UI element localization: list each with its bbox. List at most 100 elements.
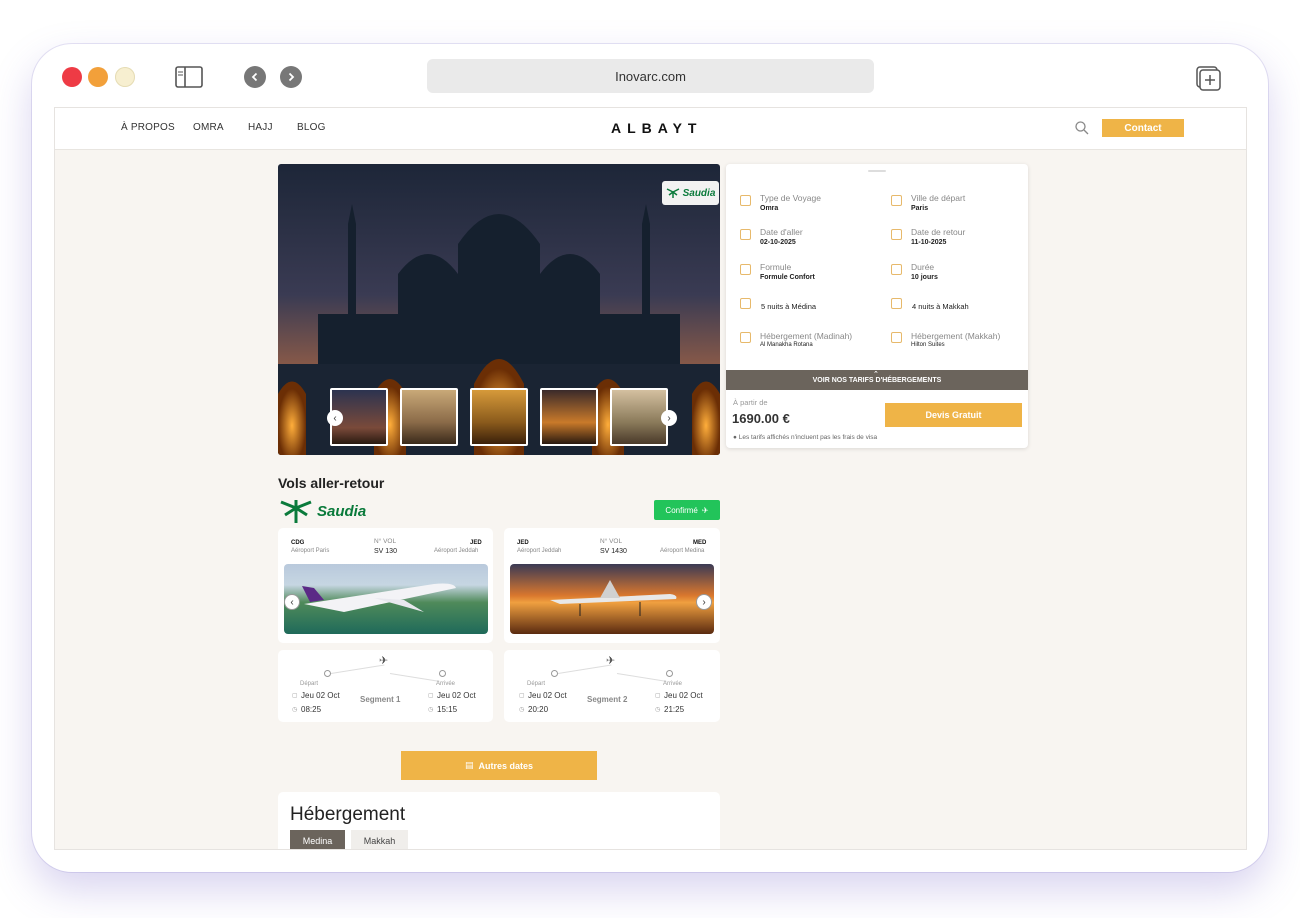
forward-arrow-icon[interactable] [280, 66, 302, 88]
timeline-line [616, 673, 667, 682]
visa-note-text: Les tarifs affichés n'incluent pas les f… [738, 434, 878, 441]
segment-card-1: ✈ Départ Arrivée ▢ Jeu 02 Oct ◷ 08:25 Se… [278, 650, 493, 722]
nav-link-omra[interactable]: OMRA [193, 122, 224, 133]
mosque-icon [740, 298, 751, 309]
from-name: Aéroport Jeddah [517, 548, 562, 554]
airline-badge-text: Saudia [682, 187, 716, 199]
to-name: Aéroport Jeddah [434, 548, 479, 554]
hotel-icon [891, 332, 902, 343]
close-window-icon[interactable] [62, 67, 82, 87]
drag-handle[interactable] [868, 170, 886, 172]
depart-value: 02-10-2025 [760, 239, 796, 246]
hebergement-section: Hébergement Medina Makkah [278, 792, 720, 849]
formule-icon [740, 264, 751, 275]
dep-time: 08:25 [301, 705, 322, 714]
duration-icon [891, 264, 902, 275]
flight-number: SV 130 [374, 548, 397, 555]
gallery-thumb-2[interactable] [400, 388, 458, 446]
calendar-icon: ▤ [464, 760, 474, 770]
flights-heading: Vols aller-retour [278, 475, 385, 491]
contact-button[interactable]: Contact [1102, 119, 1184, 137]
page-viewport: À PROPOS OMRA HAJJ BLOG ALBAYT Contact S… [54, 107, 1247, 850]
search-icon[interactable] [1074, 120, 1090, 136]
url-text: Inovarc.com [615, 68, 686, 84]
dep-time: 20:20 [528, 705, 549, 714]
gallery-thumb-3[interactable] [470, 388, 528, 446]
flight-prev-icon[interactable]: ‹ [284, 594, 300, 610]
visa-note: ● Les tarifs affichés n'incluent pas les… [733, 434, 878, 441]
return-value: 11-10-2025 [911, 239, 947, 246]
heb-makkah-value: Hilton Suites [911, 342, 945, 348]
maximize-window-icon[interactable] [115, 67, 135, 87]
arr-date: Jeu 02 Oct [664, 691, 703, 700]
url-bar[interactable]: Inovarc.com [427, 59, 874, 93]
calendar-icon: ▢ [519, 693, 525, 699]
vol-label: N° VOL [600, 538, 623, 545]
plane-icon: ✈ [701, 505, 709, 515]
trip-summary-card: Type de Voyage Omra Ville de départ Pari… [726, 164, 1028, 448]
nav-link-hajj[interactable]: HAJJ [248, 122, 273, 133]
segment-name: Segment 1 [360, 695, 401, 704]
kaaba-icon [891, 298, 902, 309]
formule-label: Formule [760, 262, 792, 272]
travel-type-icon [740, 195, 751, 206]
other-dates-label: Autres dates [478, 760, 534, 771]
tab-medina[interactable]: Medina [290, 830, 345, 849]
timeline-start [324, 670, 331, 677]
from-label: À partir de [733, 398, 768, 407]
sidebar-toggle-icon[interactable] [175, 66, 203, 88]
arr-date: Jeu 02 Oct [437, 691, 476, 700]
to-code: MED [693, 540, 707, 546]
heb-medina-label: Hébergement (Madinah) [760, 331, 853, 341]
nav-link-about[interactable]: À PROPOS [121, 122, 175, 133]
gallery-prev-icon[interactable]: ‹ [327, 410, 343, 426]
dep-date: Jeu 02 Oct [301, 691, 340, 700]
back-arrow-icon[interactable] [244, 66, 266, 88]
price: 1690.00 € [732, 411, 790, 426]
top-navigation: À PROPOS OMRA HAJJ BLOG ALBAYT Contact [55, 108, 1246, 150]
timeline-line [389, 673, 440, 682]
arr-label: Arrivée [436, 681, 456, 687]
plane-icon: ✈ [606, 655, 616, 667]
gallery-thumb-5[interactable] [610, 388, 668, 446]
calendar-icon: ▢ [428, 693, 434, 699]
dep-label: Départ [300, 681, 319, 687]
flight-next-icon[interactable]: › [696, 594, 712, 610]
nav-link-blog[interactable]: BLOG [297, 122, 326, 133]
site-logo[interactable]: ALBAYT [611, 120, 703, 136]
new-tab-icon[interactable] [1196, 66, 1222, 92]
from-code: JED [517, 540, 529, 546]
vol-label: N° VOL [374, 538, 397, 545]
minimize-window-icon[interactable] [88, 67, 108, 87]
return-label: Date de retour [911, 227, 966, 237]
calendar-icon: ▢ [292, 693, 298, 699]
type-label: Type de Voyage [760, 193, 821, 203]
palm-logo-icon [280, 500, 312, 523]
arr-label: Arrivée [663, 681, 683, 687]
calendar-icon [740, 229, 751, 240]
timeline-start [551, 670, 558, 677]
gallery-next-icon[interactable]: › [661, 410, 677, 426]
tab-makkah[interactable]: Makkah [351, 830, 408, 849]
from-code: CDG [291, 540, 305, 546]
other-dates-button[interactable]: ▤ Autres dates [401, 751, 597, 780]
rates-toggle-bar[interactable]: ⌃ VOIR NOS TARIFS D'HÉBERGEMENTS [726, 370, 1028, 390]
palm-logo-icon [666, 188, 679, 198]
flight-number: SV 1430 [600, 548, 627, 555]
free-quote-button[interactable]: Devis Gratuit [885, 403, 1022, 427]
flight-card-2: JED Aéroport Jeddah N° VOL SV 1430 MED A… [504, 528, 720, 643]
dep-date: Jeu 02 Oct [528, 691, 567, 700]
gallery-thumb-4[interactable] [540, 388, 598, 446]
airline-badge: Saudia [662, 181, 719, 205]
clock-icon: ◷ [292, 707, 298, 713]
to-name: Aéroport Medina [660, 548, 705, 554]
duree-label: Durée [911, 262, 935, 272]
hotel-icon [740, 332, 751, 343]
flight-card-1: CDG Aéroport Paris N° VOL SV 130 JED Aér… [278, 528, 493, 643]
segment-card-2: ✈ Départ Arrivée ▢ Jeu 02 Oct ◷ 20:20 Se… [504, 650, 720, 722]
plane-icon: ✈ [379, 655, 389, 667]
timeline-end [439, 670, 446, 677]
calendar-icon [891, 229, 902, 240]
clock-icon: ◷ [655, 707, 661, 713]
segment-name: Segment 2 [587, 695, 628, 704]
